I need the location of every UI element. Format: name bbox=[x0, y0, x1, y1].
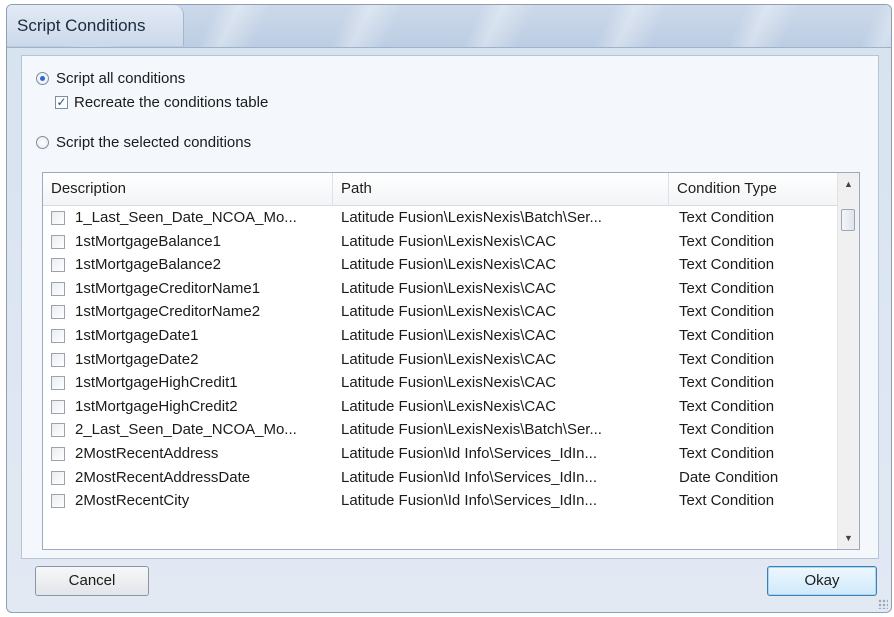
row-path: Latitude Fusion\LexisNexis\Batch\Ser... bbox=[341, 209, 602, 226]
script-all-label: Script all conditions bbox=[56, 70, 186, 87]
column-header-condition-type[interactable]: Condition Type bbox=[669, 173, 839, 205]
row-path: Latitude Fusion\LexisNexis\CAC bbox=[341, 326, 557, 344]
row-description: 2MostRecentCity bbox=[75, 492, 190, 510]
table-row[interactable]: 2_Last_Seen_Date_NCOA_Mo... Latitude Fusi… bbox=[43, 419, 839, 443]
row-description: 1stMortgageDate2 bbox=[75, 350, 199, 368]
row-condition-type: Text Condition bbox=[679, 444, 775, 462]
grid-header: Description Path Condition Type bbox=[43, 173, 839, 206]
table-row[interactable]: 2MostRecentCity Latitude Fusion\Id Info\S… bbox=[43, 490, 839, 514]
recreate-table-checkbox[interactable]: ✓ bbox=[55, 96, 68, 109]
row-condition-type: Text Condition bbox=[679, 421, 775, 439]
table-row[interactable]: 2MostRecentAddress Latitude Fusion\Id Inf… bbox=[43, 443, 839, 467]
row-path: Latitude Fusion\LexisNexis\CAC bbox=[341, 256, 557, 274]
row-checkbox[interactable] bbox=[51, 423, 65, 438]
cancel-button-label: Cancel bbox=[68, 572, 116, 589]
row-path: Latitude Fusion\Id Info\Services_IdIn... bbox=[341, 444, 597, 462]
script-selected-option[interactable]: Script the selected conditions bbox=[36, 134, 251, 151]
row-checkbox[interactable] bbox=[51, 234, 65, 249]
conditions-grid[interactable]: Description Path Condition Type 1_Last_S… bbox=[42, 172, 860, 550]
table-row[interactable]: 1stMortgageBalance2 Latitude Fusion\Lexis… bbox=[43, 254, 839, 278]
scroll-down-arrow-icon[interactable]: ▼ bbox=[838, 527, 859, 549]
recreate-table-label: Recreate the conditions table bbox=[74, 94, 269, 111]
row-condition-type: Text Condition bbox=[679, 279, 775, 297]
row-condition-type: Text Condition bbox=[679, 256, 775, 274]
row-description: 2MostRecentAddressDate bbox=[75, 468, 251, 486]
row-condition-type: Text Condition bbox=[679, 326, 775, 344]
script-all-option[interactable]: Script all conditions bbox=[36, 70, 185, 87]
row-checkbox[interactable] bbox=[51, 305, 65, 320]
dialog-title: Script Conditions bbox=[17, 16, 146, 35]
row-description: 1stMortgageCreditorName1 bbox=[75, 279, 261, 297]
recreate-table-option[interactable]: ✓ Recreate the conditions table bbox=[55, 94, 268, 111]
row-description: 2_Last_Seen_Date_NCOA_Mo... bbox=[75, 421, 297, 439]
row-checkbox[interactable] bbox=[51, 352, 65, 367]
table-row[interactable]: 1stMortgageDate1 Latitude Fusion\LexisNex… bbox=[43, 325, 839, 349]
row-path: Latitude Fusion\LexisNexis\CAC bbox=[341, 279, 557, 297]
row-path: Latitude Fusion\LexisNexis\CAC bbox=[341, 397, 557, 415]
row-checkbox[interactable] bbox=[51, 211, 65, 225]
row-checkbox[interactable] bbox=[51, 376, 65, 391]
cancel-button[interactable]: Cancel bbox=[35, 566, 149, 596]
row-condition-type: Text Condition bbox=[679, 374, 775, 392]
row-checkbox[interactable] bbox=[51, 399, 65, 414]
column-header-condition-type-label: Condition Type bbox=[677, 180, 777, 197]
table-row[interactable]: 1stMortgageCreditorName2 Latitude Fusion\… bbox=[43, 301, 839, 325]
grid-rows: 1_Last_Seen_Date_NCOA_Mo... Latitude Fusi… bbox=[43, 207, 839, 514]
column-header-path-label: Path bbox=[341, 180, 372, 197]
row-path: Latitude Fusion\Id Info\Services_IdIn... bbox=[341, 468, 597, 486]
row-checkbox[interactable] bbox=[51, 281, 65, 296]
column-header-path[interactable]: Path bbox=[333, 173, 669, 205]
row-description: 1stMortgageHighCredit2 bbox=[75, 397, 238, 415]
table-row[interactable]: 1stMortgageHighCredit2 Latitude Fusion\Le… bbox=[43, 396, 839, 420]
scrollbar-thumb[interactable] bbox=[841, 209, 855, 231]
row-condition-type: Text Condition bbox=[679, 303, 775, 321]
column-header-description[interactable]: Description bbox=[43, 173, 333, 205]
column-header-description-label: Description bbox=[51, 180, 127, 197]
script-selected-label: Script the selected conditions bbox=[56, 134, 252, 151]
row-path: Latitude Fusion\LexisNexis\Batch\Ser... bbox=[341, 421, 602, 439]
row-description: 1stMortgageCreditorName2 bbox=[75, 303, 261, 321]
row-condition-type: Text Condition bbox=[679, 350, 775, 368]
scroll-up-arrow-icon[interactable]: ▲ bbox=[838, 173, 859, 195]
row-description: 1stMortgageDate1 bbox=[75, 326, 199, 344]
table-row[interactable]: 1stMortgageDate2 Latitude Fusion\LexisNex… bbox=[43, 349, 839, 373]
row-condition-type: Date Condition bbox=[679, 468, 779, 486]
resize-grip-icon[interactable] bbox=[878, 599, 888, 609]
row-description: 1_Last_Seen_Date_NCOA_Mo... bbox=[75, 209, 297, 226]
table-row[interactable]: 1_Last_Seen_Date_NCOA_Mo... Latitude Fusi… bbox=[43, 207, 839, 231]
script-conditions-dialog: Script Conditions Script all conditions … bbox=[6, 4, 892, 613]
row-path: Latitude Fusion\Id Info\Services_IdIn... bbox=[341, 492, 597, 510]
row-description: 1stMortgageBalance1 bbox=[75, 232, 221, 250]
row-checkbox[interactable] bbox=[51, 258, 65, 273]
row-path: Latitude Fusion\LexisNexis\CAC bbox=[341, 232, 557, 250]
row-description: 1stMortgageHighCredit1 bbox=[75, 374, 238, 392]
table-row[interactable]: 2MostRecentAddressDate Latitude Fusion\Id… bbox=[43, 467, 839, 491]
table-row[interactable]: 1stMortgageCreditorName1 Latitude Fusion\… bbox=[43, 278, 839, 302]
row-description: 1stMortgageBalance2 bbox=[75, 256, 221, 274]
row-path: Latitude Fusion\LexisNexis\CAC bbox=[341, 374, 557, 392]
script-all-radio[interactable] bbox=[36, 72, 49, 85]
row-checkbox[interactable] bbox=[51, 494, 65, 509]
okay-button-label: Okay bbox=[804, 572, 840, 589]
title-bar: Script Conditions bbox=[7, 5, 891, 48]
table-row[interactable]: 1stMortgageBalance1 Latitude Fusion\Lexis… bbox=[43, 231, 839, 255]
row-path: Latitude Fusion\LexisNexis\CAC bbox=[341, 303, 557, 321]
vertical-scrollbar[interactable]: ▲ ▼ bbox=[837, 173, 859, 549]
script-selected-radio[interactable] bbox=[36, 136, 49, 149]
row-description: 2MostRecentAddress bbox=[75, 444, 219, 462]
row-condition-type: Text Condition bbox=[679, 492, 775, 510]
row-checkbox[interactable] bbox=[51, 446, 65, 461]
title-tab: Script Conditions bbox=[7, 5, 184, 46]
content-panel: Script all conditions ✓ Recreate the con… bbox=[21, 55, 879, 559]
okay-button[interactable]: Okay bbox=[767, 566, 877, 596]
row-path: Latitude Fusion\LexisNexis\CAC bbox=[341, 350, 557, 368]
row-condition-type: Text Condition bbox=[679, 397, 775, 415]
row-checkbox[interactable] bbox=[51, 328, 65, 343]
row-condition-type: Text Condition bbox=[679, 209, 775, 226]
table-row[interactable]: 1stMortgageHighCredit1 Latitude Fusion\Le… bbox=[43, 372, 839, 396]
row-condition-type: Text Condition bbox=[679, 232, 775, 250]
row-checkbox[interactable] bbox=[51, 470, 65, 485]
